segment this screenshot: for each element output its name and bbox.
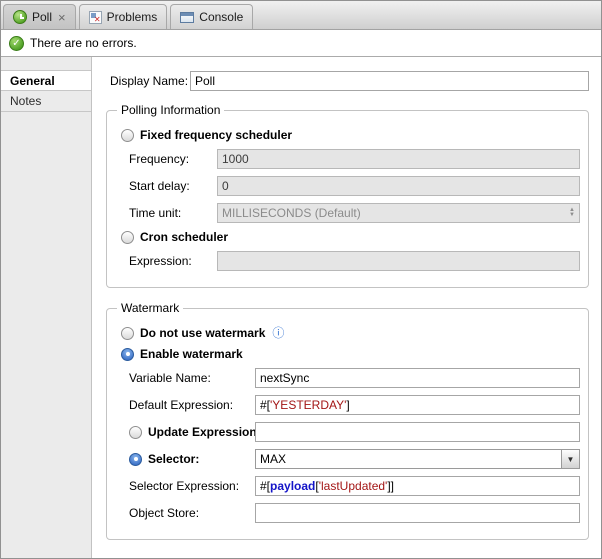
object-store-label: Object Store: — [129, 506, 255, 520]
time-unit-value: MILLISECONDS (Default) — [222, 206, 567, 220]
object-store-input[interactable] — [255, 503, 580, 523]
editor-tab-bar: Poll Problems Console — [1, 1, 601, 30]
variable-name-row: Variable Name: — [129, 368, 580, 388]
properties-body: General Notes Display Name: Polling Info… — [1, 57, 601, 558]
status-text: There are no errors. — [30, 36, 137, 50]
poll-properties-window: Poll Problems Console There are no error… — [0, 0, 602, 559]
frequency-input — [217, 149, 580, 169]
enable-watermark-radio[interactable] — [121, 348, 134, 361]
poll-clock-icon — [13, 10, 27, 24]
tab-problems-label: Problems — [107, 10, 158, 24]
sidebar-item-notes[interactable]: Notes — [1, 91, 91, 112]
tab-console-label: Console — [199, 10, 243, 24]
cron-expression-input — [217, 251, 580, 271]
frequency-label: Frequency: — [129, 152, 217, 166]
expression-string: 'lastUpdated' — [319, 479, 388, 493]
watermark-group: Watermark Do not use watermark Enable wa… — [106, 301, 589, 540]
expression-text: ]] — [387, 479, 394, 493]
update-expression-radio[interactable] — [129, 426, 142, 439]
stepper-arrows-icon — [567, 208, 577, 218]
time-unit-row: Time unit: MILLISECONDS (Default) — [129, 203, 580, 223]
update-expression-row: Update Expression: — [129, 422, 580, 442]
problems-icon — [89, 11, 102, 24]
polling-group-title: Polling Information — [117, 103, 224, 117]
status-bar: There are no errors. — [1, 30, 601, 57]
selector-radio[interactable] — [129, 453, 142, 466]
update-expression-input[interactable] — [255, 422, 580, 442]
sidebar: General Notes — [1, 57, 91, 558]
close-tab-icon[interactable] — [58, 11, 66, 24]
selector-expression-row: Selector Expression: #[payload['lastUpda… — [129, 476, 580, 496]
fixed-frequency-label: Fixed frequency scheduler — [140, 128, 292, 142]
variable-name-input[interactable] — [255, 368, 580, 388]
console-icon — [180, 12, 194, 23]
start-delay-label: Start delay: — [129, 179, 217, 193]
selector-combo[interactable]: MAX — [255, 449, 580, 469]
time-unit-label: Time unit: — [129, 206, 217, 220]
no-watermark-row: Do not use watermark — [121, 326, 580, 340]
cron-expression-row: Expression: — [129, 251, 580, 271]
expression-string: 'YESTERDAY' — [270, 398, 346, 412]
fixed-frequency-row: Fixed frequency scheduler — [121, 128, 580, 142]
selector-expression-label: Selector Expression: — [129, 479, 255, 493]
info-icon[interactable] — [272, 327, 284, 339]
default-expression-field[interactable]: #['YESTERDAY'] — [255, 395, 580, 415]
default-expression-row: Default Expression: #['YESTERDAY'] — [129, 395, 580, 415]
tab-poll-label: Poll — [32, 10, 52, 24]
cron-scheduler-radio[interactable] — [121, 231, 134, 244]
cron-scheduler-label: Cron scheduler — [140, 230, 228, 244]
start-delay-input — [217, 176, 580, 196]
fixed-frequency-radio[interactable] — [121, 129, 134, 142]
default-expression-label: Default Expression: — [129, 398, 255, 412]
expression-text: #[ — [260, 398, 270, 412]
start-delay-row: Start delay: — [129, 176, 580, 196]
enable-watermark-label: Enable watermark — [140, 347, 243, 361]
success-check-icon — [9, 36, 24, 51]
frequency-row: Frequency: — [129, 149, 580, 169]
tab-console[interactable]: Console — [170, 4, 253, 29]
selector-expression-field[interactable]: #[payload['lastUpdated']] — [255, 476, 580, 496]
selector-row: Selector: MAX — [129, 449, 580, 469]
no-watermark-radio[interactable] — [121, 327, 134, 340]
tab-poll[interactable]: Poll — [3, 4, 76, 29]
sidebar-item-general[interactable]: General — [1, 70, 91, 91]
expression-keyword: payload — [270, 479, 315, 493]
watermark-group-title: Watermark — [117, 301, 183, 315]
general-panel: Display Name: Polling Information Fixed … — [91, 57, 601, 558]
cron-expression-label: Expression: — [129, 254, 217, 268]
expression-text: #[ — [260, 479, 270, 493]
selector-label: Selector: — [148, 452, 199, 466]
tab-problems[interactable]: Problems — [79, 4, 168, 29]
polling-information-group: Polling Information Fixed frequency sche… — [106, 103, 589, 288]
display-name-row: Display Name: — [110, 71, 589, 91]
selector-value: MAX — [256, 450, 561, 468]
variable-name-label: Variable Name: — [129, 371, 255, 385]
enable-watermark-row: Enable watermark — [121, 347, 580, 361]
display-name-input[interactable] — [190, 71, 589, 91]
display-name-label: Display Name: — [110, 74, 190, 88]
object-store-row: Object Store: — [129, 503, 580, 523]
expression-text: ] — [346, 398, 349, 412]
combo-dropdown-icon[interactable] — [561, 450, 579, 468]
time-unit-select: MILLISECONDS (Default) — [217, 203, 580, 223]
no-watermark-label: Do not use watermark — [140, 326, 265, 340]
cron-row: Cron scheduler — [121, 230, 580, 244]
update-expression-label: Update Expression: — [148, 425, 261, 439]
